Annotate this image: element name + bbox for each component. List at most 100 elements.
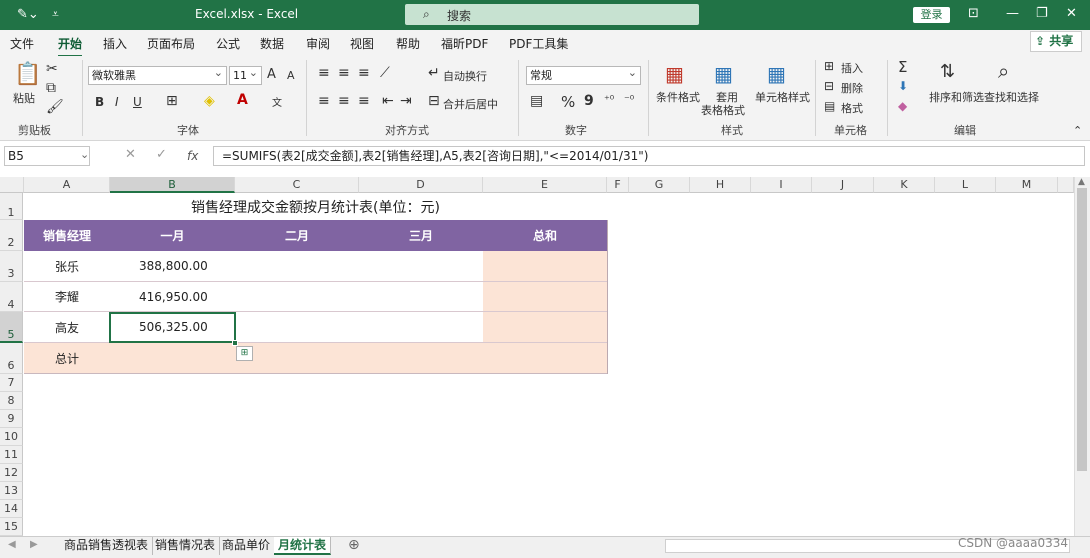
column-header-a[interactable]: A [24, 177, 110, 193]
name-box[interactable]: B5 [4, 146, 90, 166]
login-button[interactable]: 登录 [913, 7, 950, 23]
sheet-tab[interactable]: 商品销售透视表 [60, 537, 154, 555]
insert-cells-button[interactable]: 插入 [841, 60, 863, 76]
font-color-icon[interactable]: A [237, 92, 248, 108]
cell-total[interactable] [483, 312, 607, 343]
cell-manager[interactable]: 张乐 [24, 251, 110, 282]
row-header-9[interactable]: 9 [0, 410, 23, 428]
add-sheet-icon[interactable]: ⊕ [348, 537, 360, 553]
cell-february[interactable] [235, 251, 359, 282]
search-box[interactable]: ⌕ 搜索 [405, 4, 699, 25]
cell-march[interactable] [359, 282, 483, 312]
row-header-15[interactable]: 15 [0, 518, 23, 536]
align-center-icon[interactable]: ≡ [338, 93, 350, 109]
collapse-ribbon-icon[interactable]: ⌃ [1073, 124, 1082, 137]
format-as-table-icon[interactable]: ▦ [714, 62, 733, 86]
cell-february[interactable] [235, 312, 359, 343]
restore-icon[interactable]: ❐ [1036, 6, 1048, 21]
scrollbar-thumb[interactable] [1077, 188, 1087, 471]
column-header-d[interactable]: D [359, 177, 483, 193]
sort-filter-button[interactable]: 排序和筛选 [929, 89, 984, 105]
column-header-f[interactable]: F [607, 177, 629, 193]
enter-icon[interactable]: ✓ [156, 147, 167, 162]
orientation-icon[interactable]: ⟋ [380, 65, 390, 81]
align-left-icon[interactable]: ≡ [318, 93, 330, 109]
format-painter-icon[interactable]: 🖌 [46, 99, 64, 115]
cell-total-label[interactable]: 总计 [24, 343, 110, 374]
menu-file[interactable]: 文件 [10, 35, 34, 52]
cell-january[interactable]: 416,950.00 [110, 282, 235, 312]
select-all-corner[interactable] [0, 177, 24, 193]
cell-styles-icon[interactable]: ▦ [767, 62, 786, 86]
row-header-10[interactable]: 10 [0, 428, 23, 446]
row-header-7[interactable]: 7 [0, 374, 23, 392]
header-february[interactable]: 二月 [235, 220, 359, 251]
align-bottom-icon[interactable]: ≡ [358, 65, 370, 81]
cell-total[interactable] [483, 282, 607, 312]
row-header-14[interactable]: 14 [0, 500, 23, 518]
header-march[interactable]: 三月 [359, 220, 483, 251]
delete-cells-icon[interactable]: ⊟ [824, 79, 834, 93]
conditional-format-button[interactable]: 条件格式 [656, 89, 700, 105]
italic-button[interactable]: I [115, 95, 119, 109]
align-middle-icon[interactable]: ≡ [338, 65, 350, 81]
wrap-text-button[interactable]: 自动换行 [443, 68, 487, 84]
sheet-tab[interactable]: 商品单价 [218, 537, 276, 555]
tab-prev-icon[interactable]: ◀ [8, 539, 16, 550]
row-header-12[interactable]: 12 [0, 464, 23, 482]
menu-home[interactable]: 开始 [58, 35, 83, 58]
formula-input[interactable]: =SUMIFS(表2[成交金额],表2[销售经理],A5,表2[咨询日期],"<… [213, 146, 1085, 166]
fill-icon[interactable]: ⬇ [898, 79, 908, 93]
column-header-e[interactable]: E [483, 177, 607, 193]
header-total[interactable]: 总和 [483, 220, 607, 251]
sort-filter-icon[interactable]: ⇅ [940, 61, 955, 82]
paste-label[interactable]: 粘贴 [13, 90, 35, 106]
clear-icon[interactable]: ◆ [898, 99, 907, 113]
decrease-indent-icon[interactable]: ⇤ [382, 93, 394, 109]
underline-button[interactable]: U [133, 95, 142, 109]
column-header-j[interactable]: J [812, 177, 874, 193]
merge-center-icon[interactable]: ⊟ [428, 93, 440, 109]
row-header-5[interactable]: 5 [0, 312, 23, 343]
insert-cells-icon[interactable]: ⊞ [824, 59, 834, 73]
font-grow-button[interactable]: A [267, 67, 276, 82]
menu-data[interactable]: 数据 [260, 35, 284, 52]
cell-january[interactable]: 388,800.00 [110, 251, 235, 282]
increase-indent-icon[interactable]: ⇥ [400, 93, 412, 109]
format-cells-icon[interactable]: ▤ [824, 99, 835, 113]
cell-march[interactable] [359, 312, 483, 343]
menu-review[interactable]: 审阅 [306, 35, 330, 52]
paste-icon[interactable]: 📋 [14, 62, 41, 87]
insert-function-button[interactable]: fx [187, 149, 198, 163]
scroll-up-icon[interactable]: ▲ [1078, 177, 1085, 187]
font-name-select[interactable]: 微软雅黑 [88, 64, 227, 85]
copy-icon[interactable]: ⧉ [46, 80, 56, 96]
header-manager[interactable]: 销售经理 [24, 220, 110, 251]
column-header-b[interactable]: B [110, 177, 235, 193]
cell-manager[interactable]: 高友 [24, 312, 110, 343]
menu-help[interactable]: 帮助 [396, 35, 420, 52]
sheet-title[interactable]: 销售经理成交金额按月统计表(单位：元) [24, 193, 607, 220]
column-header-c[interactable]: C [235, 177, 359, 193]
cell-styles-button[interactable]: 单元格样式 [755, 89, 810, 105]
share-button[interactable]: ⇪ 共享 [1030, 31, 1082, 52]
format-cells-button[interactable]: 格式 [841, 100, 863, 116]
cell-february[interactable] [235, 282, 359, 312]
column-header-h[interactable]: H [690, 177, 751, 193]
column-header-g[interactable]: G [629, 177, 690, 193]
menu-view[interactable]: 视图 [350, 35, 374, 52]
header-january[interactable]: 一月 [110, 220, 235, 251]
fill-color-icon[interactable]: ◈ [204, 93, 215, 109]
number-format-select[interactable]: 常规 [526, 64, 641, 85]
comma-button[interactable]: 9 [584, 93, 594, 109]
row-header-6[interactable]: 6 [0, 343, 23, 374]
font-size-select[interactable]: 11 [229, 64, 262, 85]
name-box-dropdown-icon[interactable]: ⌄ [80, 148, 89, 161]
column-header-k[interactable]: K [874, 177, 935, 193]
column-header-i[interactable]: I [751, 177, 812, 193]
menu-page-layout[interactable]: 页面布局 [147, 35, 195, 52]
menu-insert[interactable]: 插入 [103, 35, 127, 52]
column-header-l[interactable]: L [935, 177, 996, 193]
sheet-tab[interactable]: 销售情况表 [151, 537, 221, 555]
row-header-3[interactable]: 3 [0, 251, 23, 282]
